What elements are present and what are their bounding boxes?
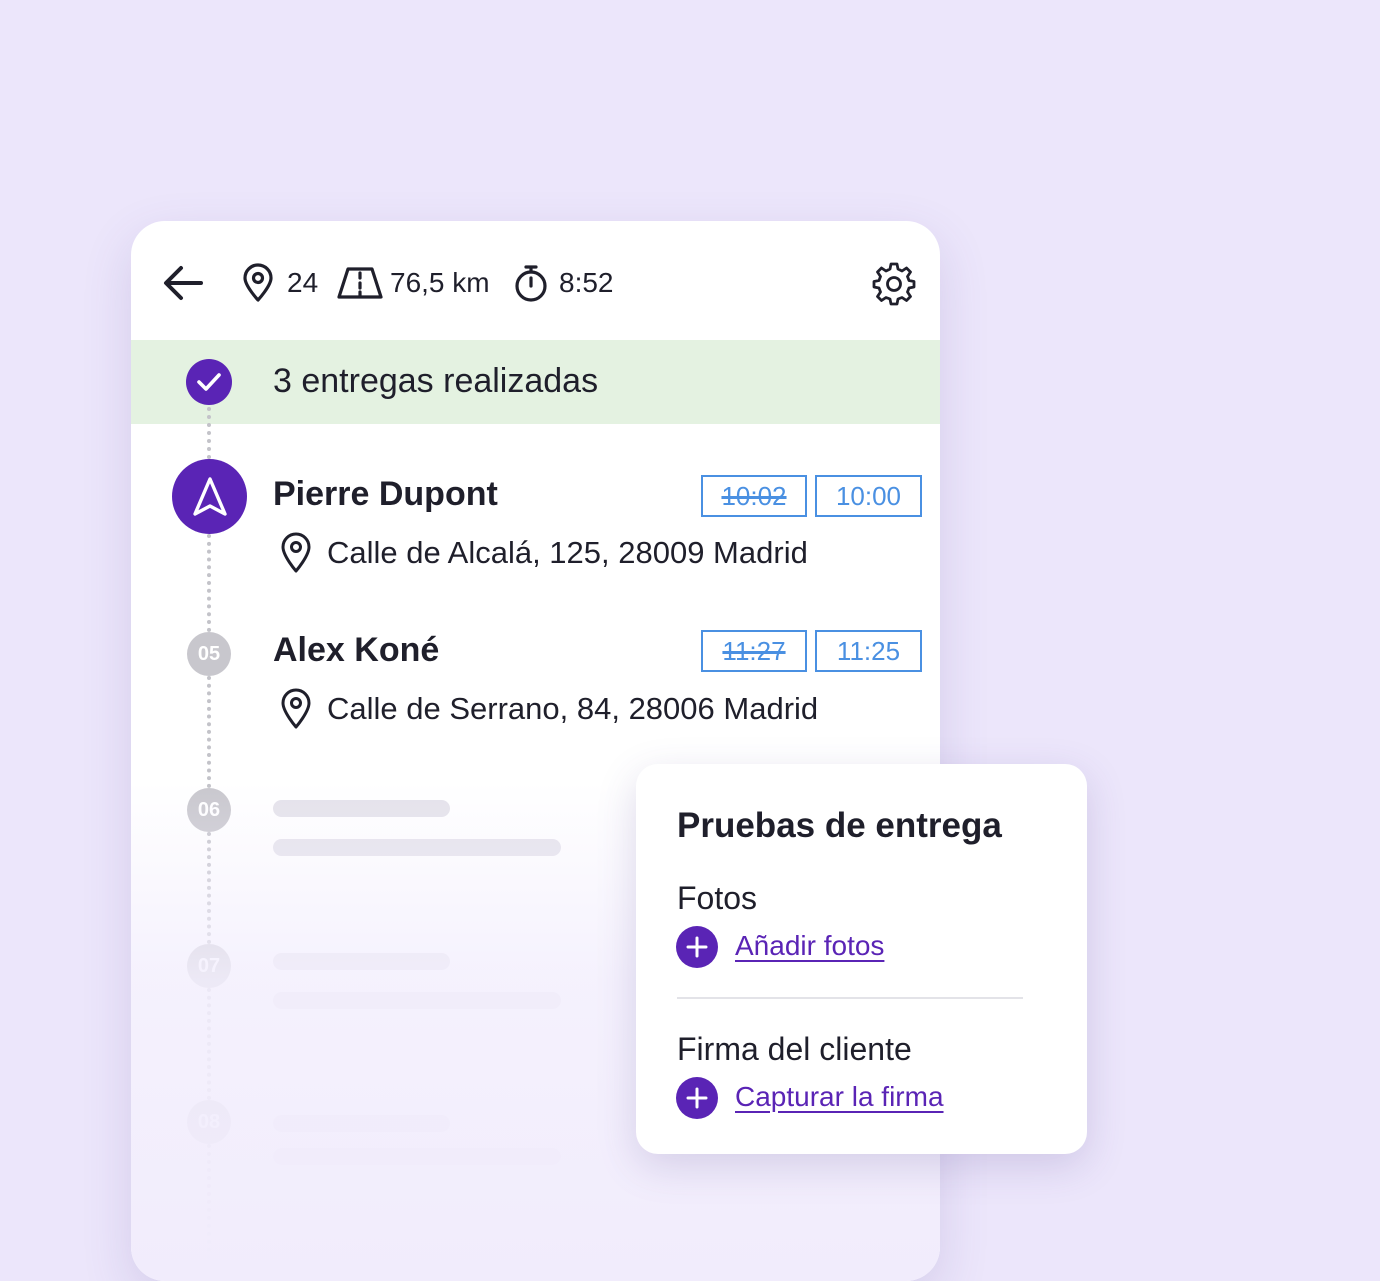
completed-deliveries-banner[interactable]: 3 entregas realizadas (131, 340, 940, 424)
address-pin-icon (281, 532, 311, 573)
signature-label: Firma del cliente (677, 1031, 912, 1067)
capture-signature-plus-icon[interactable] (676, 1077, 718, 1119)
add-photos-plus-icon[interactable] (676, 926, 718, 968)
capture-signature-link[interactable]: Capturar la firma (735, 1081, 944, 1113)
photos-label: Fotos (677, 880, 758, 916)
current-stop-navigation-icon (172, 459, 247, 534)
stop-number-badge: 06 (187, 788, 231, 832)
timeline-connector (207, 534, 211, 632)
proof-of-delivery-card: Pruebas de entrega Fotos Añadir fotos Fi… (636, 764, 1087, 1154)
timeline-connector (207, 1144, 211, 1281)
timeline-connector (207, 832, 211, 944)
stops-count: 24 (287, 267, 319, 298)
timeline-connector (207, 676, 211, 788)
skeleton-line (273, 953, 450, 970)
top-bar: 24 76,5 km 8:52 (131, 221, 940, 339)
stop-number-badge: 08 (187, 1100, 231, 1144)
stopwatch-icon (515, 265, 547, 302)
back-button[interactable] (161, 261, 205, 305)
duration-value: 8:52 (559, 267, 614, 298)
card-divider (677, 997, 1023, 999)
skeleton-line (273, 800, 450, 817)
settings-button[interactable] (871, 260, 917, 306)
completed-check-icon (186, 359, 232, 405)
completed-deliveries-text: 3 entregas realizadas (273, 362, 599, 400)
updated-eta: 11:25 (815, 630, 922, 672)
gear-icon (872, 262, 916, 306)
stop-number-badge: 07 (187, 944, 231, 988)
distance-value: 76,5 km (390, 267, 490, 298)
add-photos-link[interactable]: Añadir fotos (735, 930, 884, 962)
stop-customer-name: Alex Koné (273, 631, 440, 669)
stop-address: Calle de Alcalá, 125, 28009 Madrid (327, 535, 808, 570)
skeleton-line (273, 1115, 450, 1132)
stops-count-stat: 24 (241, 263, 318, 303)
timeline-connector (207, 988, 211, 1100)
original-eta: 11:27 (701, 630, 807, 672)
skeleton-line (273, 992, 561, 1009)
skeleton-line (273, 839, 561, 856)
location-pin-icon (243, 263, 273, 302)
original-eta: 10:02 (701, 475, 807, 517)
stop-address: Calle de Serrano, 84, 28006 Madrid (327, 691, 819, 726)
skeleton-line (273, 1148, 561, 1165)
stop-number-badge: 05 (187, 632, 231, 676)
stop-customer-name: Pierre Dupont (273, 475, 498, 513)
distance-stat: 76,5 km (336, 263, 490, 303)
timeline-connector (207, 407, 211, 459)
road-icon (337, 267, 383, 299)
back-arrow-icon (164, 266, 203, 300)
duration-stat: 8:52 (513, 263, 614, 303)
address-pin-icon (281, 688, 311, 729)
card-title: Pruebas de entrega (677, 806, 1002, 845)
updated-eta: 10:00 (815, 475, 922, 517)
